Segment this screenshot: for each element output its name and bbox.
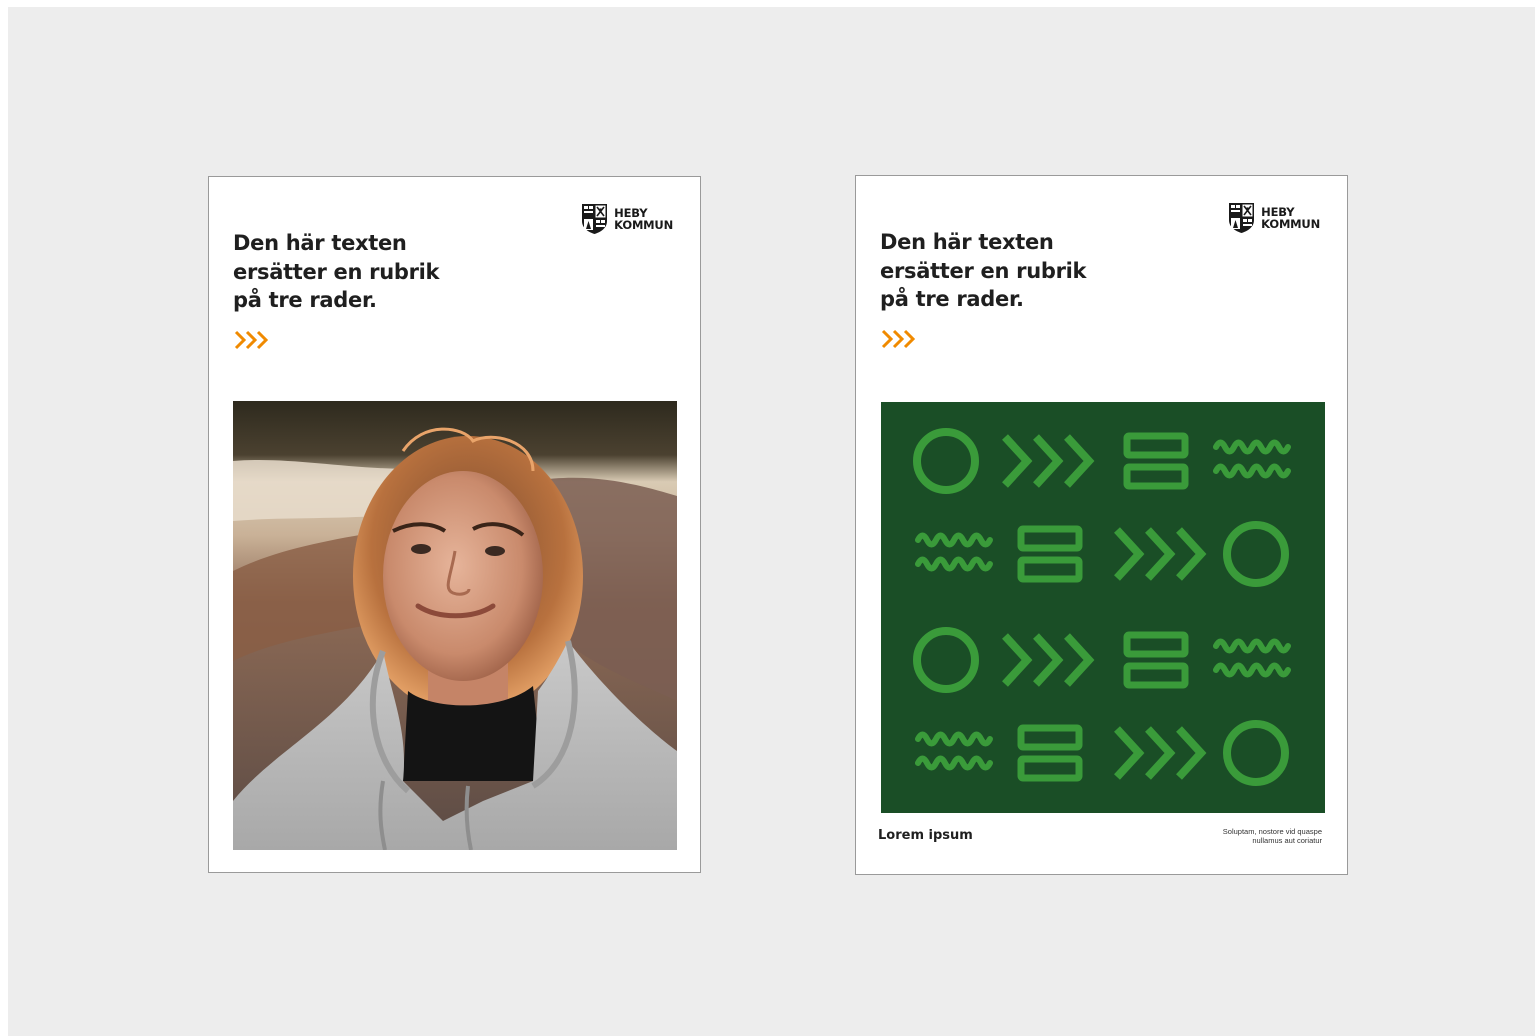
- stacked-rectangles-icon: [1127, 436, 1185, 486]
- waves-icon: [918, 735, 990, 768]
- circle-icon: [1227, 525, 1285, 583]
- stacked-rectangles-icon: [1021, 728, 1079, 778]
- waves-icon: [1216, 642, 1288, 675]
- triple-chevron-icon: [1005, 437, 1089, 485]
- poster-photo: HEBY KOMMUN Den här texten ersätter en r…: [208, 176, 701, 873]
- poster-headline: Den här texten ersätter en rubrik på tre…: [233, 231, 440, 312]
- circle-icon: [917, 631, 975, 689]
- footer-note-line-2: nullamus aut coriatur: [1252, 836, 1322, 845]
- waves-icon: [918, 536, 990, 569]
- logo-line-2: KOMMUN: [1261, 217, 1320, 231]
- coat-of-arms-icon: [582, 204, 608, 234]
- portrait-photo: [233, 401, 677, 850]
- footer-note: Soluptam, nostore vid quaspe nullamus au…: [1162, 827, 1322, 845]
- poster-headline: Den här texten ersätter en rubrik på tre…: [880, 230, 1087, 311]
- stacked-rectangles-icon: [1021, 529, 1079, 579]
- triple-chevron-icon: [1005, 636, 1089, 684]
- logo-line-2: KOMMUN: [614, 218, 673, 232]
- footer-title: Lorem ipsum: [878, 828, 973, 843]
- heby-kommun-logo: HEBY KOMMUN: [1228, 202, 1320, 234]
- stacked-rectangles-icon: [1127, 635, 1185, 685]
- circle-icon: [1227, 724, 1285, 782]
- coat-of-arms-icon: [1229, 203, 1255, 233]
- triple-chevron-icon: [881, 329, 916, 349]
- footer-note-line-1: Soluptam, nostore vid quaspe: [1222, 827, 1322, 836]
- triple-chevron-icon: [234, 330, 269, 350]
- triple-chevron-icon: [1117, 530, 1201, 578]
- brand-pattern: [881, 402, 1325, 813]
- poster-pattern: HEBY KOMMUN Den här texten ersätter en r…: [855, 175, 1348, 875]
- waves-icon: [1216, 443, 1288, 476]
- circle-icon: [917, 432, 975, 490]
- heby-kommun-logo: HEBY KOMMUN: [581, 203, 673, 235]
- triple-chevron-icon: [1117, 729, 1201, 777]
